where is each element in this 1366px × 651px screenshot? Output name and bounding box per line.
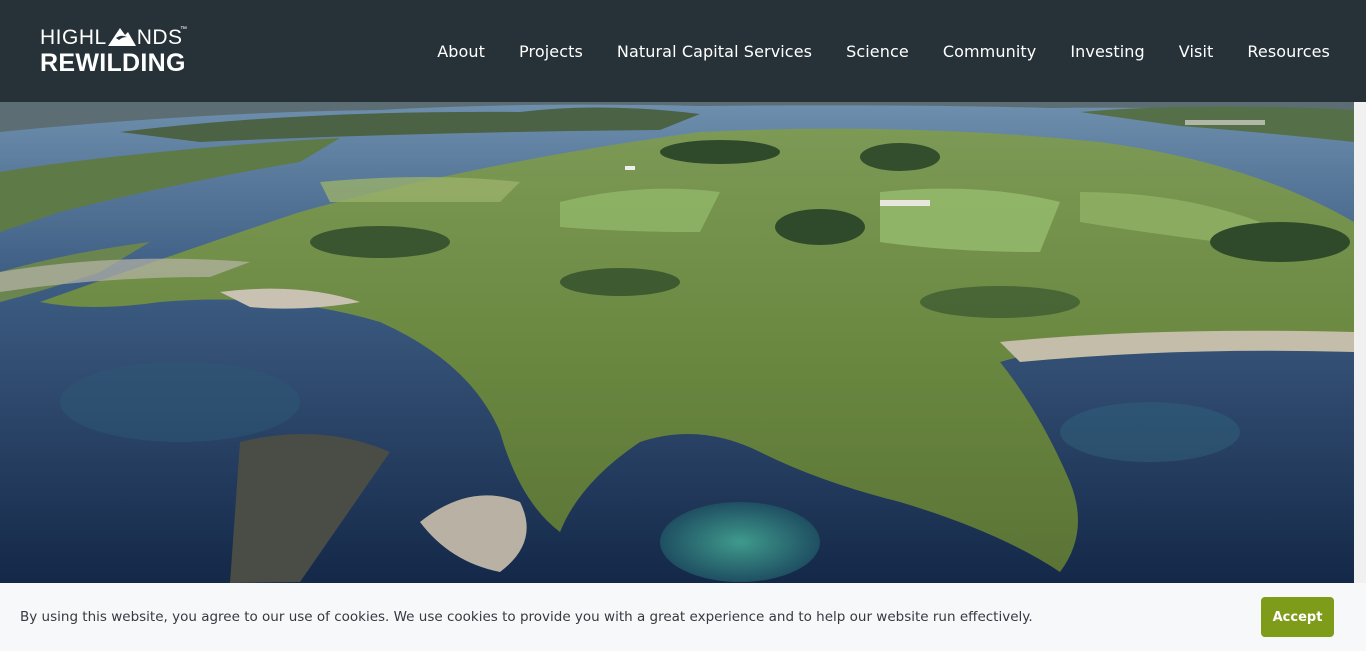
nav-community[interactable]: Community — [943, 42, 1037, 61]
main-nav: About Projects Natural Capital Services … — [437, 0, 1330, 102]
logo-text-highl: HIGHL — [40, 26, 107, 49]
logo-wordmark-top: HIGHL NDS — [40, 25, 183, 50]
nav-science[interactable]: Science — [846, 42, 909, 61]
highlands-rewilding-logo[interactable]: HIGHL NDS ™ REWILDING — [40, 25, 190, 77]
logo-wordmark-bottom: REWILDING — [40, 49, 186, 77]
nav-about[interactable]: About — [437, 42, 485, 61]
aerial-landscape-illustration — [0, 102, 1354, 583]
nav-resources[interactable]: Resources — [1247, 42, 1330, 61]
hero-image — [0, 102, 1354, 583]
accept-cookies-button[interactable]: Accept — [1261, 597, 1334, 637]
nav-natural-capital-services[interactable]: Natural Capital Services — [617, 42, 812, 61]
site-header: HIGHL NDS ™ REWILDING About Projects Nat… — [0, 0, 1366, 102]
cookie-message: By using this website, you agree to our … — [20, 609, 1033, 625]
nav-visit[interactable]: Visit — [1179, 42, 1214, 61]
mountain-bird-icon — [107, 28, 136, 46]
cookie-banner: By using this website, you agree to our … — [0, 583, 1366, 651]
logo-text-nds: NDS — [136, 26, 183, 49]
scrollbar-track[interactable] — [1354, 102, 1366, 583]
nav-projects[interactable]: Projects — [519, 42, 583, 61]
trademark-symbol: ™ — [180, 26, 187, 33]
nav-investing[interactable]: Investing — [1070, 42, 1144, 61]
